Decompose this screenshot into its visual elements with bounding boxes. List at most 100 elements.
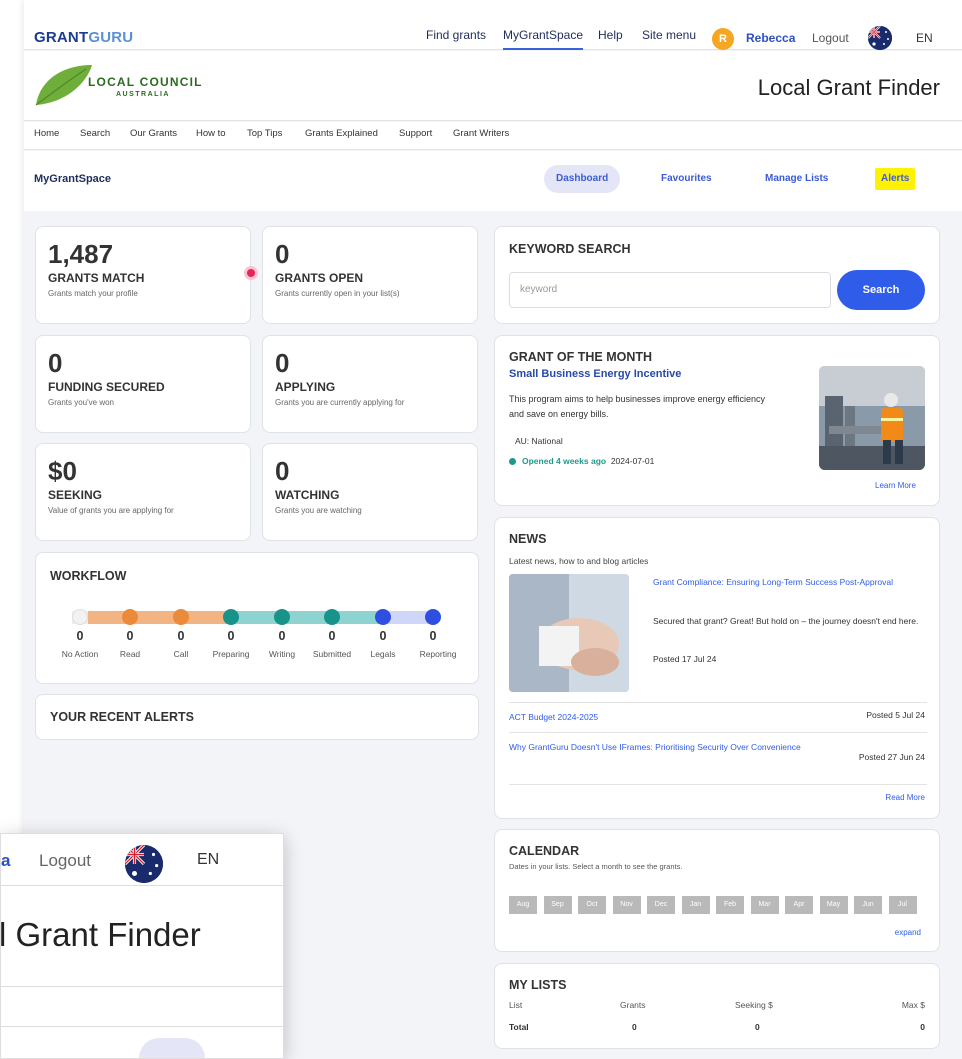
read-more-link[interactable]: Read More xyxy=(885,793,925,802)
stat-card-grants-match[interactable]: 1,487 GRANTS MATCH Grants match your pro… xyxy=(35,226,251,324)
stat-description: Grants you've won xyxy=(48,398,115,407)
month-button[interactable]: Apr xyxy=(785,896,813,914)
status-dot-icon xyxy=(509,458,516,466)
workflow-dot-writing[interactable] xyxy=(274,609,290,625)
calendar-subtitle: Dates in your lists. Select a month to s… xyxy=(509,862,683,871)
stat-card-grants-open[interactable]: 0 GRANTS OPEN Grants currently open in y… xyxy=(262,226,478,324)
keyword-input[interactable]: keyword xyxy=(509,272,831,308)
lists-header-seeking: Seeking $ xyxy=(735,1000,773,1010)
month-button[interactable]: Dec xyxy=(647,896,675,914)
workflow-count: 0 xyxy=(177,629,185,643)
stat-label: FUNDING SECURED xyxy=(48,380,165,394)
nav-find-grants[interactable]: Find grants xyxy=(426,28,486,42)
learn-more-link[interactable]: Learn More xyxy=(875,481,916,490)
subnav-how-to[interactable]: How to xyxy=(196,128,226,139)
stat-card-applying[interactable]: 0 APPLYING Grants you are currently appl… xyxy=(262,335,478,433)
workflow-count: 0 xyxy=(227,629,235,643)
workflow-dot-legals[interactable] xyxy=(375,609,391,625)
keyword-search-card: KEYWORD SEARCH keyword Search xyxy=(494,226,940,324)
stat-value: 1,487 xyxy=(48,239,114,269)
nav-mygrantspace[interactable]: MyGrantSpace xyxy=(503,28,584,50)
user-avatar[interactable]: R xyxy=(712,28,734,50)
australia-flag-icon[interactable] xyxy=(868,26,892,50)
news-feature-link[interactable]: Grant Compliance: Ensuring Long-Term Suc… xyxy=(653,576,923,589)
month-button[interactable]: Jul xyxy=(888,896,917,914)
grant-of-month-card: GRANT OF THE MONTH Small Business Energy… xyxy=(494,335,940,506)
divider xyxy=(1,885,283,886)
tab-manage-lists[interactable]: Manage Lists xyxy=(753,165,840,193)
nav-help[interactable]: Help xyxy=(598,28,623,42)
stat-label: GRANTS OPEN xyxy=(275,271,364,285)
stat-value: 0 xyxy=(275,348,290,378)
stat-card-watching[interactable]: 0 WATCHING Grants you are watching xyxy=(262,443,478,541)
month-button[interactable]: Jan xyxy=(681,896,710,914)
workflow-dot-preparing[interactable] xyxy=(223,609,239,625)
logout-link[interactable]: Logout xyxy=(812,31,849,45)
month-button[interactable]: Sep xyxy=(543,896,572,914)
workflow-count: 0 xyxy=(278,629,286,643)
divider xyxy=(1,986,283,987)
mygrantspace-title: MyGrantSpace xyxy=(34,173,112,185)
stat-value: $0 xyxy=(48,456,77,486)
workflow-count: 0 xyxy=(126,629,134,643)
subnav-grants-explained[interactable]: Grants Explained xyxy=(305,128,378,139)
news-item-link[interactable]: Why GrantGuru Doesn't Use IFrames: Prior… xyxy=(509,739,809,755)
council-name: LOCAL COUNCIL xyxy=(88,75,203,89)
month-button[interactable]: Aug xyxy=(509,896,537,914)
subnav-support[interactable]: Support xyxy=(399,128,432,139)
grantguru-logo[interactable]: GRANTGURU xyxy=(34,29,133,46)
month-button[interactable]: Feb xyxy=(716,896,744,914)
subnav-grant-writers[interactable]: Grant Writers xyxy=(453,128,509,139)
subnav-top-tips[interactable]: Top Tips xyxy=(247,128,282,139)
news-item-link[interactable]: ACT Budget 2024-2025 xyxy=(509,709,598,725)
subnav-home[interactable]: Home xyxy=(34,128,59,139)
stat-description: Grants currently open in your list(s) xyxy=(275,289,400,298)
tab-alerts[interactable]: Alerts xyxy=(875,168,916,190)
search-button[interactable]: Search xyxy=(837,270,925,310)
zoom-callout: a Logout EN l Grant Finder xyxy=(0,833,284,1059)
secondary-nav: Home Search Our Grants How to Top Tips G… xyxy=(24,122,962,150)
zoom-dashboard-pill[interactable] xyxy=(139,1038,205,1058)
lists-total-max: 0 xyxy=(920,1022,925,1032)
month-button[interactable]: Mar xyxy=(750,896,779,914)
grant-name-link[interactable]: Small Business Energy Incentive xyxy=(509,368,681,380)
month-button[interactable]: Nov xyxy=(612,896,641,914)
nav-site-menu[interactable]: Site menu xyxy=(642,28,696,42)
workflow-count: 0 xyxy=(76,629,84,643)
workflow-track-mid xyxy=(238,611,388,624)
news-title: NEWS xyxy=(509,532,547,546)
subnav-search[interactable]: Search xyxy=(80,128,110,139)
stat-card-seeking[interactable]: $0 SEEKING Value of grants you are apply… xyxy=(35,443,251,541)
zoom-user-fragment: a xyxy=(1,851,11,870)
language-selector[interactable]: EN xyxy=(916,31,933,45)
workflow-dot-submitted[interactable] xyxy=(324,609,340,625)
workflow-dot-no-action[interactable] xyxy=(72,609,88,625)
tab-dashboard[interactable]: Dashboard xyxy=(544,165,621,193)
stat-card-funding-secured[interactable]: 0 FUNDING SECURED Grants you've won xyxy=(35,335,251,433)
logo-guru: GURU xyxy=(88,29,134,46)
zoom-australia-flag-icon[interactable] xyxy=(125,845,163,883)
council-header: LOCAL COUNCIL AUSTRALIA Local Grant Find… xyxy=(24,51,962,121)
zoom-language-selector[interactable]: EN xyxy=(197,851,219,869)
workflow-dot-reporting[interactable] xyxy=(425,609,441,625)
tab-favourites[interactable]: Favourites xyxy=(649,165,724,193)
news-feature-image[interactable] xyxy=(509,574,629,692)
month-button[interactable]: Oct xyxy=(578,896,606,914)
divider xyxy=(509,702,927,703)
month-button[interactable]: Jun xyxy=(854,896,882,914)
top-bar: GRANTGURU Find grants MyGrantSpace Help … xyxy=(24,0,962,50)
subnav-our-grants[interactable]: Our Grants xyxy=(130,128,177,139)
month-button[interactable]: May xyxy=(819,896,848,914)
workflow-dot-read[interactable] xyxy=(122,609,138,625)
news-subtitle: Latest news, how to and blog articles xyxy=(509,556,649,566)
calendar-card: CALENDAR Dates in your lists. Select a m… xyxy=(494,829,940,952)
divider xyxy=(509,732,927,733)
workflow-dot-call[interactable] xyxy=(173,609,189,625)
council-subtitle: AUSTRALIA xyxy=(116,91,170,98)
divider xyxy=(509,784,927,785)
calendar-expand-link[interactable]: expand xyxy=(895,928,921,937)
grant-image[interactable] xyxy=(819,366,925,470)
zoom-logout-link[interactable]: Logout xyxy=(39,851,91,871)
recent-alerts-title: YOUR RECENT ALERTS xyxy=(50,710,194,724)
user-name-link[interactable]: Rebecca xyxy=(746,31,795,45)
